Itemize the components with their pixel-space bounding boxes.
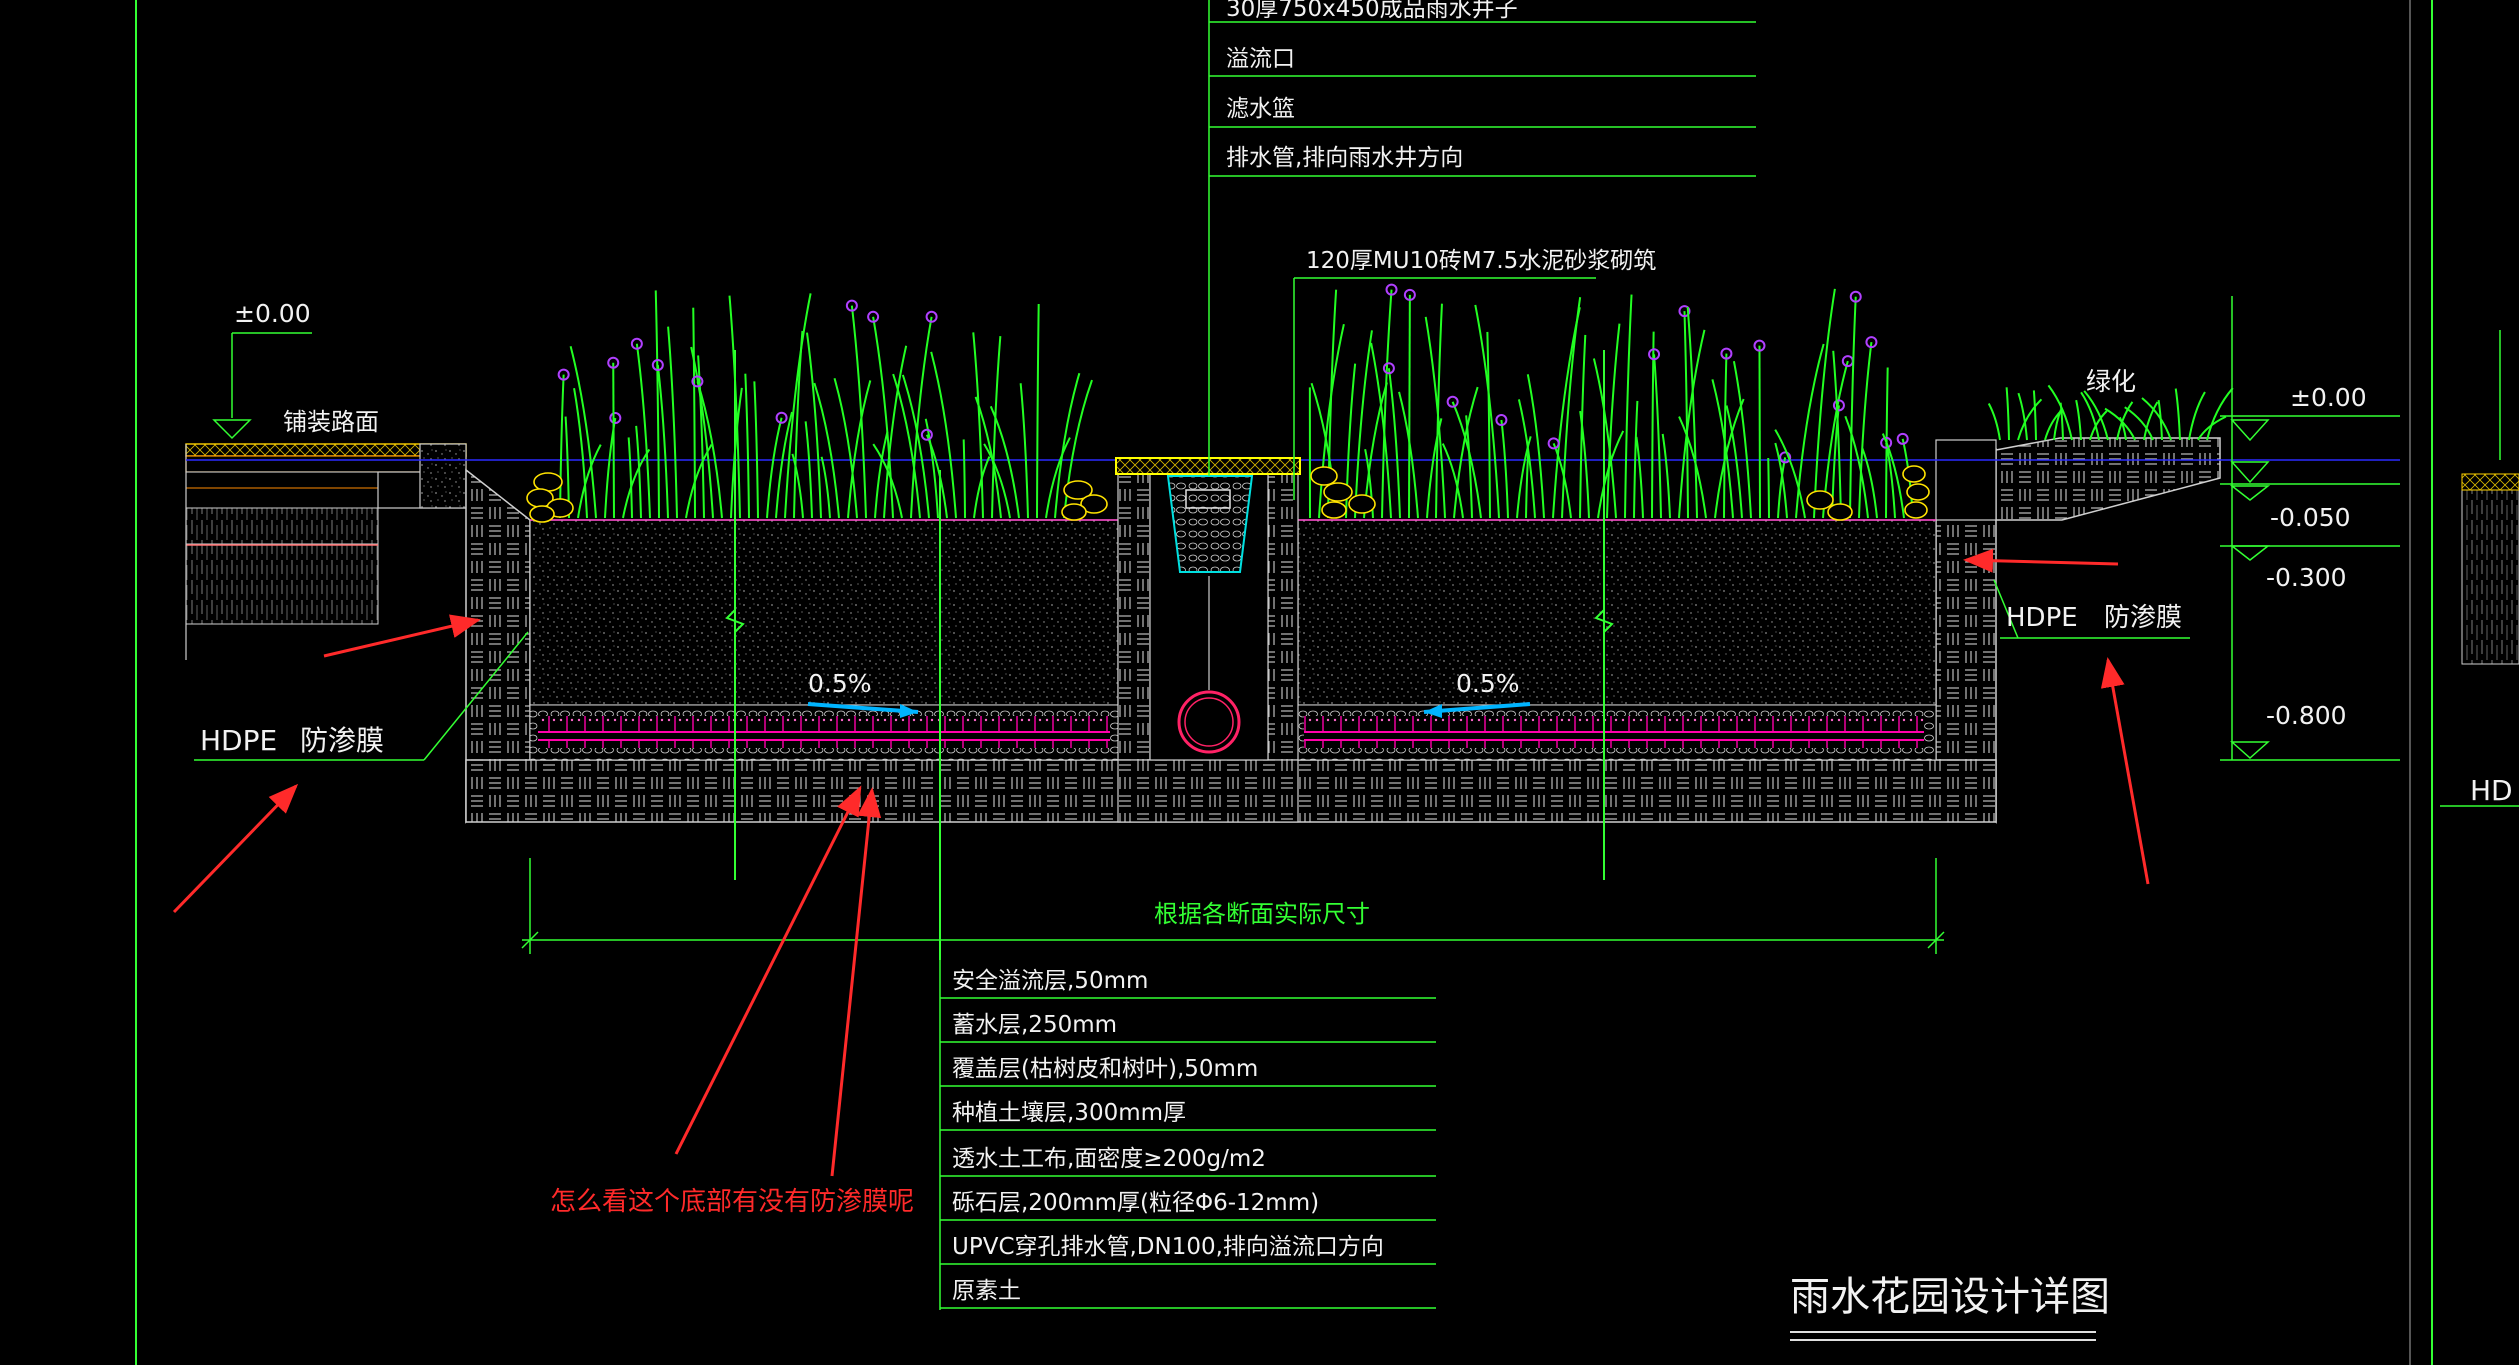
grass-blade [612, 362, 615, 519]
grass-blade [2197, 415, 2227, 441]
grass-blade [804, 421, 813, 519]
top-callouts: 30厚750x450成品雨水井子 溢流口 滤水篮 排水管,排向雨水井方向 120… [1208, 0, 1756, 500]
paving-label: 铺装路面 [283, 408, 379, 436]
grass-blade [1486, 331, 1491, 519]
drawing-title: 雨水花园设计详图 [1790, 1274, 2110, 1320]
grass-blade [753, 381, 759, 519]
brick-wall-label: 120厚MU10砖M7.5水泥砂浆砌筑 [1306, 248, 1656, 274]
grass-blade [2083, 390, 2109, 441]
callout-filter-basket: 滤水篮 [1226, 96, 1295, 122]
grass-blade [820, 456, 831, 519]
grass-blade [667, 326, 678, 519]
grass-blade [1732, 361, 1752, 519]
grass-blade [1624, 294, 1633, 519]
right-elevation-3: -0.800 [2266, 701, 2347, 730]
grass-blade [1661, 433, 1671, 519]
adjacent-hdpe-fragment: HD [2470, 774, 2513, 807]
grass-blade [1441, 443, 1464, 519]
grass-blade [2206, 387, 2234, 441]
grass-blade [1653, 354, 1662, 519]
grass-blade [2174, 388, 2181, 441]
grass-blade [1849, 296, 1857, 519]
callout-drain-pipe: 排水管,排向雨水井方向 [1226, 145, 1463, 171]
layer-1: 蓄水层,250mm [952, 1012, 1117, 1038]
grass-blade [2005, 387, 2010, 441]
layer-0: 安全溢流层,50mm [952, 968, 1148, 994]
grass-blade [1861, 448, 1878, 519]
grass-blade [766, 417, 783, 519]
layer-2: 覆盖层(枯树皮和树叶),50mm [952, 1056, 1258, 1082]
right-elevation-1: -0.050 [2270, 503, 2351, 532]
grass-blade [2075, 399, 2082, 441]
layer-4: 透水土工布,面密度≥200g/m2 [952, 1146, 1266, 1172]
paving-section [185, 443, 467, 660]
right-elevation-0: ±0.00 [2290, 383, 2367, 412]
grass-blade [1987, 403, 2001, 441]
hdpe-right-callout: HDPE 防渗膜 [1993, 579, 2190, 639]
grass-blade [1525, 453, 1530, 519]
grass-blade [1019, 383, 1029, 519]
grass-blade [573, 387, 588, 519]
overflow-well [1115, 457, 1301, 823]
grass-blade [847, 380, 872, 519]
grass-blade [559, 374, 565, 519]
grass-blade [654, 290, 660, 519]
dimension-label: 根据各断面实际尺寸 [1154, 900, 1370, 928]
layer-list: 安全溢流层,50mm 蓄水层,250mm 覆盖层(枯树皮和树叶),50mm 种植… [939, 960, 1436, 1310]
grass-blade [1465, 415, 1473, 519]
grass-blade [1381, 289, 1393, 519]
slope-left-label: 0.5% [808, 669, 872, 698]
grass-blade [1635, 436, 1644, 519]
grass-blade [627, 437, 633, 519]
grass-blade [1408, 294, 1411, 519]
grass-blade [2104, 407, 2136, 441]
callout-rain-well: 30厚750x450成品雨水井子 [1226, 0, 1518, 22]
grass-blade [1526, 374, 1545, 519]
planting-soil-right [1297, 519, 1937, 706]
grass-blade [806, 332, 822, 519]
grass-blade [872, 316, 894, 519]
grass-blade [1453, 386, 1479, 519]
grass-blade [833, 377, 858, 519]
grass-blade [1813, 288, 1836, 519]
slope-right-label: 0.5% [1456, 669, 1520, 698]
grass-blade [635, 343, 651, 519]
callout-overflow: 溢流口 [1226, 46, 1295, 72]
layer-5: 砾石层,200mm厚(粒径Φ6-12mm) [952, 1190, 1319, 1216]
grass-blade [1354, 330, 1373, 519]
layer-6: UPVC穿孔排水管,DN100,排向溢流口方向 [952, 1234, 1384, 1260]
layer-7: 原素土 [952, 1278, 1021, 1304]
grass-blade [1767, 457, 1770, 519]
adjacent-drawing-fragment: HD [2440, 330, 2519, 807]
grass-blade [1561, 297, 1582, 519]
grass-blade [1844, 415, 1869, 519]
grass-blade [793, 330, 804, 519]
grass-blade [1711, 379, 1734, 519]
grass-blade [1036, 303, 1040, 519]
grass-blade [744, 373, 750, 519]
grate [1115, 457, 1301, 475]
grass-blade [1424, 316, 1446, 519]
left-elevation-label: ±0.00 [234, 299, 311, 328]
grass-blade [1683, 311, 1689, 519]
hdpe-left-text: 防渗膜 [300, 724, 384, 757]
greening-label: 绿化 [2086, 367, 2136, 396]
grass-blade [1758, 345, 1761, 519]
layer-3: 种植土壤层,300mm厚 [952, 1100, 1186, 1126]
grass-blade [962, 439, 966, 519]
grass-blade [2032, 390, 2037, 441]
grass-blade [1500, 419, 1509, 519]
hdpe-left-code: HDPE [200, 724, 277, 757]
question-annotation: 怎么看这个底部有没有防渗膜呢 [550, 1187, 914, 1217]
hdpe-right-text: 防渗膜 [2104, 603, 2182, 633]
right-elevation-2: -0.300 [2266, 563, 2347, 592]
hdpe-right-code: HDPE [2006, 603, 2078, 633]
